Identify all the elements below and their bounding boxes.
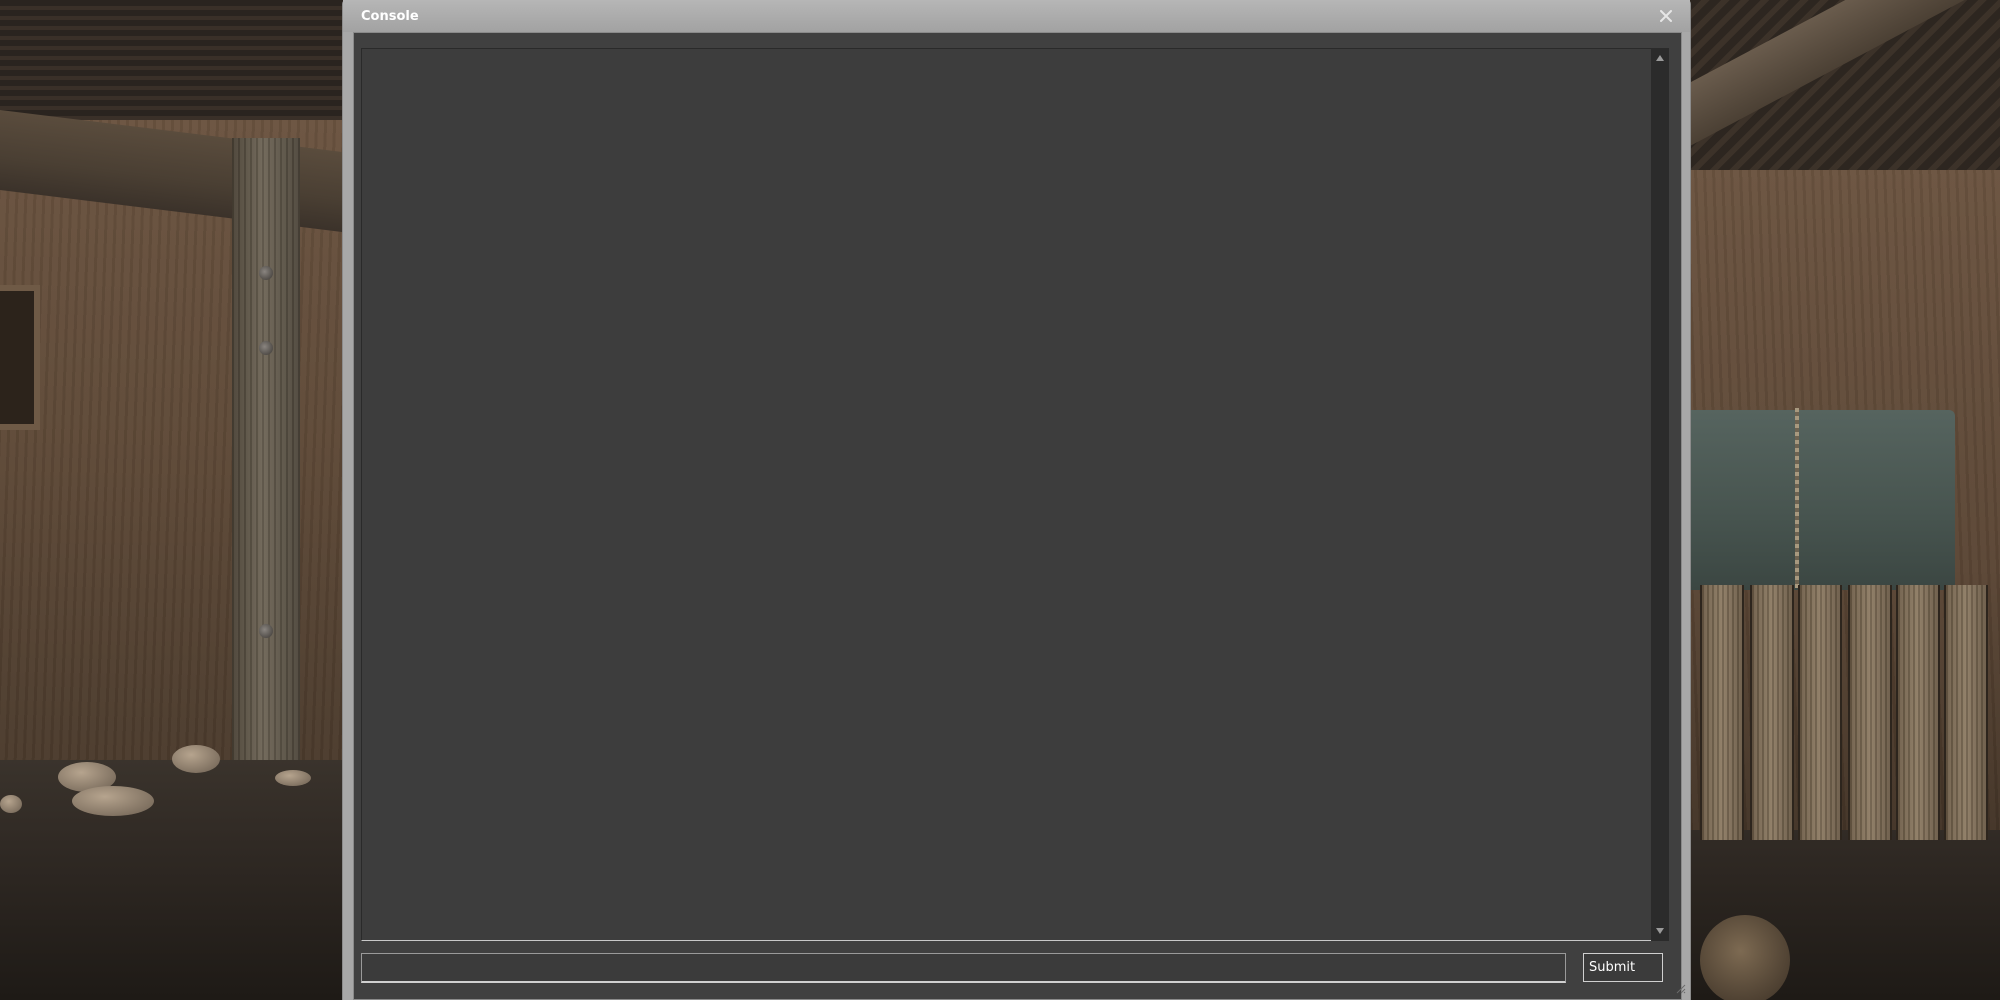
- output-scrollbar[interactable]: [1651, 48, 1669, 941]
- triangle-down-icon: [1656, 928, 1664, 934]
- scroll-up-button[interactable]: [1654, 52, 1666, 64]
- hanging-cloth: [1690, 410, 1955, 590]
- nail-icon: [259, 341, 273, 355]
- scroll-down-button[interactable]: [1654, 925, 1666, 937]
- wooden-plank: [1896, 585, 1940, 840]
- wooden-plank: [1700, 585, 1744, 840]
- wall-niche: [0, 285, 40, 430]
- wooden-plank: [1750, 585, 1794, 840]
- wooden-plank: [1944, 585, 1988, 840]
- rope: [1795, 408, 1799, 588]
- console-output-text: [362, 49, 1666, 61]
- nail-icon: [259, 624, 273, 638]
- stone: [275, 770, 311, 786]
- stone: [0, 795, 22, 813]
- close-icon: [1660, 10, 1672, 22]
- wooden-post: [232, 138, 300, 760]
- submit-button[interactable]: Submit: [1583, 953, 1663, 982]
- stone: [172, 745, 220, 773]
- console-titlebar[interactable]: Console: [343, 0, 1690, 32]
- close-button[interactable]: [1656, 6, 1676, 26]
- nail-icon: [259, 266, 273, 280]
- console-output[interactable]: [361, 48, 1667, 941]
- command-input[interactable]: [361, 953, 1566, 983]
- clay-pot: [1700, 915, 1790, 1000]
- resize-grip-icon[interactable]: [1676, 984, 1686, 994]
- stone: [72, 786, 154, 816]
- wooden-plank: [1848, 585, 1892, 840]
- console-title: Console: [361, 9, 419, 24]
- ceiling-left: [0, 0, 345, 120]
- wooden-plank: [1798, 585, 1842, 840]
- triangle-up-icon: [1656, 55, 1664, 61]
